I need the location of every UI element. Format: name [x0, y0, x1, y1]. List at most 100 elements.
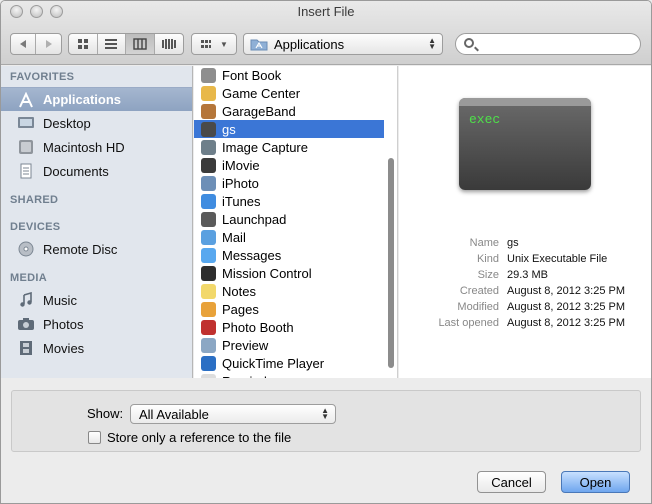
- mail-icon: [201, 229, 216, 245]
- back-button[interactable]: [11, 34, 37, 54]
- file-name: Pages: [222, 301, 259, 317]
- file-list-item[interactable]: Messages: [194, 246, 384, 264]
- file-name: QuickTime Player: [222, 355, 325, 371]
- imovie-icon: [201, 157, 216, 173]
- meta-value: Unix Executable File: [507, 253, 608, 265]
- open-button[interactable]: Open: [561, 471, 630, 493]
- meta-value: gs: [507, 237, 519, 249]
- photo-booth-icon: [201, 319, 216, 335]
- file-list-item[interactable]: QuickTime Player: [194, 354, 384, 372]
- meta-value: August 8, 2012 3:25 PM: [507, 301, 626, 313]
- film-icon: [17, 340, 35, 356]
- mission-control-icon: [201, 265, 216, 281]
- coverflow-icon: [161, 39, 176, 49]
- coverflow-view-button[interactable]: [155, 34, 183, 54]
- file-name: Game Center: [222, 85, 301, 101]
- file-list-item[interactable]: Notes: [194, 282, 384, 300]
- store-reference-checkbox[interactable]: [88, 431, 101, 444]
- file-list-item[interactable]: iPhoto: [194, 174, 384, 192]
- desktop-icon: [17, 115, 35, 131]
- view-mode-control: [68, 33, 184, 55]
- meta-key: Size: [477, 269, 499, 281]
- camera-icon: [17, 316, 35, 332]
- search-input[interactable]: [480, 36, 630, 52]
- meta-key: Name: [469, 237, 499, 249]
- game-center-icon: [201, 85, 216, 101]
- list-view-button[interactable]: [98, 34, 126, 54]
- title-toolbar-bar: Insert File ▼ Applications ▲ ▼: [1, 1, 651, 65]
- sidebar-item-label: Documents: [43, 163, 109, 179]
- file-list-item[interactable]: iTunes: [194, 192, 384, 210]
- meta-key: Last opened: [438, 317, 499, 329]
- file-name: Notes: [222, 283, 256, 299]
- updown-arrows-icon: ▲ ▼: [321, 406, 329, 421]
- file-name: Reminders: [222, 374, 285, 379]
- file-list-item[interactable]: Reminders: [194, 372, 384, 378]
- chevron-left-icon: [20, 40, 26, 48]
- chevron-right-icon: [45, 40, 52, 48]
- meta-value: August 8, 2012 3:25 PM: [507, 317, 626, 329]
- show-popup[interactable]: All Available ▲ ▼: [130, 404, 336, 424]
- sidebar-item-movies[interactable]: Movies: [1, 336, 192, 360]
- meta-last-opened-row: Last opened August 8, 2012 3:25 PM: [399, 317, 651, 333]
- search-icon: [464, 38, 474, 48]
- forward-button[interactable]: [36, 34, 61, 54]
- search-field[interactable]: [455, 33, 641, 55]
- file-list-item[interactable]: GarageBand: [194, 102, 384, 120]
- file-list-item[interactable]: Preview: [194, 336, 384, 354]
- file-name: Mission Control: [222, 265, 312, 281]
- chevron-down-icon: ▼: [220, 39, 228, 49]
- file-list-item[interactable]: Image Capture: [194, 138, 384, 156]
- column-view-button[interactable]: [126, 34, 155, 54]
- file-list-item[interactable]: iMovie: [194, 156, 384, 174]
- file-list-scrollbar[interactable]: [388, 158, 394, 368]
- sidebar-heading-shared: SHARED: [10, 194, 59, 206]
- location-popup[interactable]: Applications ▲ ▼: [243, 33, 443, 55]
- applications-folder-icon: [250, 39, 268, 51]
- sidebar-item-remote-disc[interactable]: Remote Disc: [1, 237, 192, 261]
- arrange-menu-button[interactable]: ▼: [191, 33, 237, 55]
- sidebar-item-desktop[interactable]: Desktop: [1, 111, 192, 135]
- quicktime-icon: [201, 355, 216, 371]
- messages-icon: [201, 247, 216, 263]
- iphoto-icon: [201, 175, 216, 191]
- sidebar-item-photos[interactable]: Photos: [1, 312, 192, 336]
- font-book-icon: [201, 67, 216, 83]
- store-reference-option[interactable]: Store only a reference to the file: [88, 430, 291, 445]
- garageband-icon: [201, 103, 216, 119]
- sidebar-heading-favorites: FAVORITES: [10, 71, 75, 83]
- location-label: Applications: [274, 36, 345, 52]
- itunes-icon: [201, 193, 216, 209]
- file-list-item[interactable]: Mission Control: [194, 264, 384, 282]
- meta-name-row: Name gs: [399, 237, 651, 253]
- file-list-item[interactable]: gs: [194, 120, 384, 138]
- file-list-item[interactable]: Mail: [194, 228, 384, 246]
- insert-file-dialog: Insert File ▼ Applications ▲ ▼ FAVORITES…: [0, 0, 652, 504]
- file-list-item[interactable]: Launchpad: [194, 210, 384, 228]
- cancel-button[interactable]: Cancel: [477, 471, 546, 493]
- columns-icon: [133, 38, 147, 50]
- file-name: iMovie: [222, 157, 260, 173]
- sidebar-item-music[interactable]: Music: [1, 288, 192, 312]
- file-name: Image Capture: [222, 139, 308, 155]
- icon-view-button[interactable]: [69, 34, 98, 54]
- unix-executable-icon: exec: [459, 98, 591, 190]
- meta-modified-row: Modified August 8, 2012 3:25 PM: [399, 301, 651, 317]
- hard-drive-icon: [17, 139, 35, 155]
- file-list-item[interactable]: Font Book: [194, 66, 384, 84]
- sidebar-item-label: Movies: [43, 340, 85, 356]
- sidebar-item-macintosh-hd[interactable]: Macintosh HD: [1, 135, 192, 159]
- sidebar-item-label: Macintosh HD: [43, 139, 125, 155]
- preview-pane: exec Name gs Kind Unix Executable File S…: [399, 66, 651, 378]
- sidebar-item-applications[interactable]: Applications: [1, 87, 192, 111]
- window-title: Insert File: [297, 4, 355, 19]
- sidebar-item-documents[interactable]: Documents: [1, 159, 192, 183]
- back-forward-control: [10, 33, 62, 55]
- file-list-item[interactable]: Photo Booth: [194, 318, 384, 336]
- exec-icon-label: exec: [469, 112, 501, 127]
- arrange-grid-icon: [201, 40, 212, 48]
- file-name: Messages: [222, 247, 282, 263]
- file-list-item[interactable]: Game Center: [194, 84, 384, 102]
- file-list-item[interactable]: Pages: [194, 300, 384, 318]
- file-name: iTunes: [222, 193, 261, 209]
